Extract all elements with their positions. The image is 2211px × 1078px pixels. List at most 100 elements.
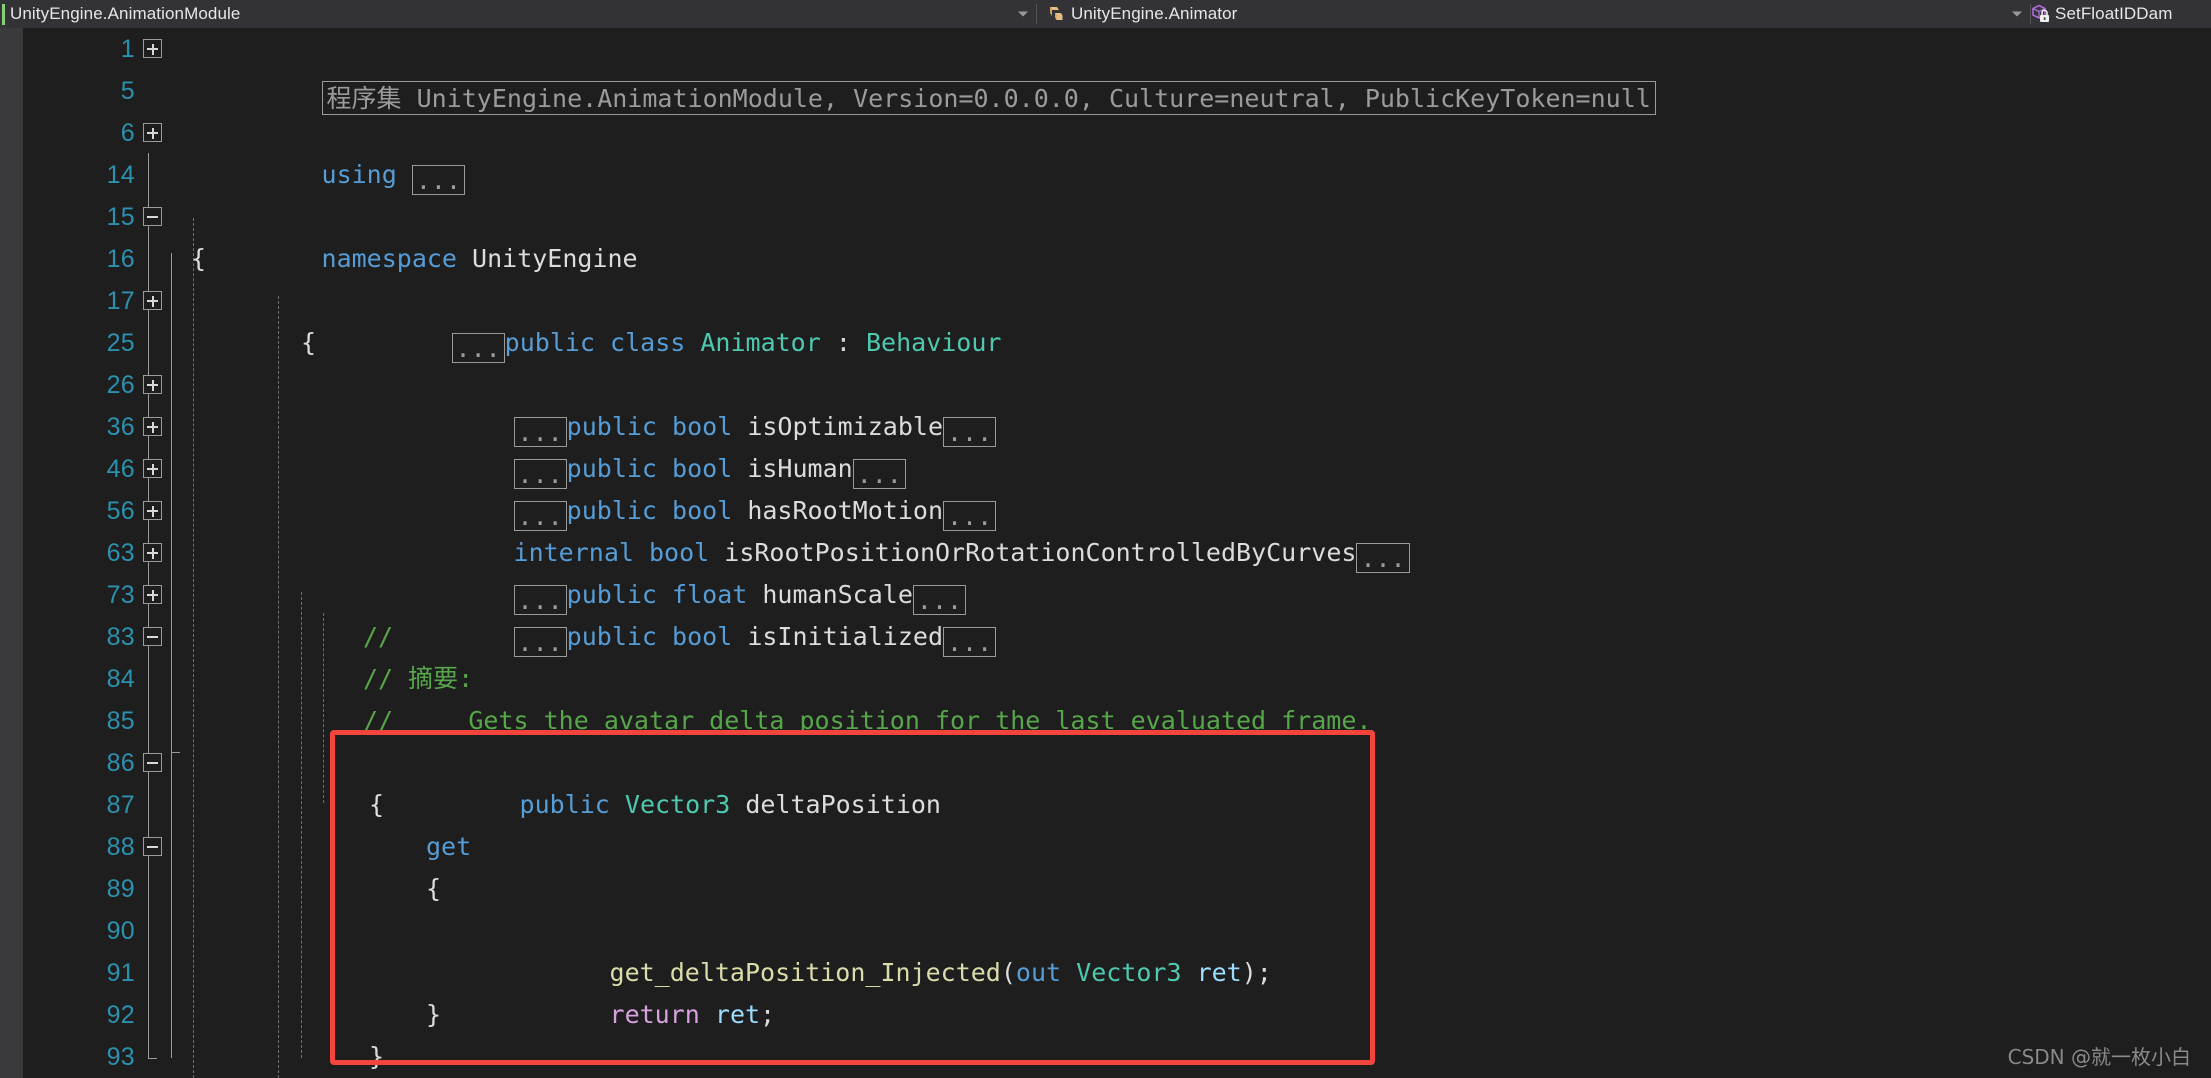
line-content: ... public bool hasRootMotion...	[363, 448, 997, 531]
csdn-watermark: CSDN @就一枚小白	[2007, 1045, 2191, 1069]
type-dropdown[interactable]: UnityEngine.Animator	[1037, 0, 2004, 28]
code-line[interactable]: 86 public Vector3 deltaPosition	[23, 742, 2211, 819]
code-line[interactable]: 56 internal bool isRootPositionOrRotatio…	[23, 490, 2211, 573]
outlining-expand-icon[interactable]	[143, 39, 162, 58]
code-line[interactable]: 90 get_deltaPosition_Injected(out Vector…	[23, 910, 2211, 987]
navigation-bar: UnityEngine.AnimationModule UnityEngine.…	[0, 0, 2211, 28]
outlining-expand-icon[interactable]	[143, 585, 162, 604]
line-content: return ret;	[609, 1000, 776, 1029]
accent-bar	[2, 3, 5, 25]
outlining-collapse-icon[interactable]	[143, 753, 162, 772]
line-content: //	[363, 622, 394, 651]
code-line[interactable]: 6 using ...	[23, 112, 2211, 195]
line-number: 90	[106, 917, 135, 945]
chevron-down-icon[interactable]	[1010, 0, 1036, 28]
line-number: 91	[106, 959, 135, 987]
code-line[interactable]: 73 ... public bool isInitialized...	[23, 574, 2211, 657]
line-content: namespace UnityEngine	[171, 196, 638, 273]
line-number: 86	[106, 749, 135, 777]
line-number: 84	[106, 665, 135, 693]
line-number: 46	[106, 455, 135, 483]
line-number: 1	[120, 35, 135, 63]
line-content: internal bool isRootPositionOrRotationCo…	[363, 490, 1410, 573]
line-number: 15	[106, 203, 135, 231]
line-content: // Gets the avatar delta position for th…	[363, 706, 1372, 735]
chevron-down-icon-right[interactable]	[2004, 0, 2030, 28]
outlining-expand-icon[interactable]	[143, 417, 162, 436]
line-number: 16	[106, 245, 135, 273]
code-line[interactable]: 91 return ret;	[23, 952, 2211, 1029]
line-content: ... public float humanScale...	[363, 532, 967, 615]
outlining-expand-icon[interactable]	[143, 459, 162, 478]
line-content: {	[369, 790, 385, 819]
code-line[interactable]: 5	[23, 70, 2211, 112]
line-number: 17	[106, 287, 135, 315]
visual-studio-code-window: UnityEngine.AnimationModule UnityEngine.…	[0, 0, 2211, 1078]
line-number: 63	[106, 539, 135, 567]
line-number: 88	[106, 833, 135, 861]
object-locked-icon	[2031, 4, 2053, 24]
class-icon	[1046, 4, 1066, 24]
code-line[interactable]: 25 {	[23, 322, 2211, 364]
outlining-expand-icon[interactable]	[143, 501, 162, 520]
line-number: 83	[106, 623, 135, 651]
code-editor[interactable]: 1 程序集 UnityEngine.AnimationModule, Versi…	[0, 28, 2211, 1078]
line-number: 14	[106, 161, 135, 189]
line-content: // 摘要:	[363, 664, 474, 693]
line-number: 36	[106, 413, 135, 441]
outlining-expand-icon[interactable]	[143, 375, 162, 394]
code-line[interactable]: 88 get	[23, 826, 2211, 868]
member-dropdown[interactable]: SetFloatIDDam	[2031, 0, 2211, 28]
line-content: }	[426, 1000, 442, 1029]
code-line[interactable]: 14	[23, 154, 2211, 196]
code-line[interactable]: 1 程序集 UnityEngine.AnimationModule, Versi…	[23, 28, 2211, 115]
code-line[interactable]: 92 }	[23, 994, 2211, 1036]
line-content: get	[426, 832, 472, 861]
indicator-margin[interactable]	[0, 28, 23, 1078]
code-line[interactable]: 15 namespace UnityEngine	[23, 196, 2211, 273]
code-line[interactable]: 63 ... public float humanScale...	[23, 532, 2211, 615]
line-content: {	[426, 874, 442, 903]
line-content: get_deltaPosition_Injected(out Vector3 r…	[609, 958, 1272, 987]
line-content: ... public bool isOptimizable...	[363, 364, 997, 447]
code-line[interactable]: 89 {	[23, 868, 2211, 910]
line-number: 5	[120, 77, 135, 105]
line-content: }	[369, 1042, 385, 1071]
line-content: ... public bool isInitialized...	[363, 574, 997, 657]
line-number: 85	[106, 707, 135, 735]
member-name-label: SetFloatIDDam	[2055, 4, 2173, 23]
outlining-collapse-icon[interactable]	[143, 207, 162, 226]
line-number: 89	[106, 875, 135, 903]
line-number: 56	[106, 497, 135, 525]
assembly-dropdown[interactable]: UnityEngine.AnimationModule	[0, 0, 1010, 28]
line-number: 92	[106, 1001, 135, 1029]
outline-foot-property	[171, 752, 180, 753]
code-line[interactable]: 84 // 摘要:	[23, 658, 2211, 700]
code-area[interactable]: 1 程序集 UnityEngine.AnimationModule, Versi…	[23, 28, 2211, 1078]
outlining-expand-icon[interactable]	[143, 543, 162, 562]
line-content: {	[191, 244, 207, 273]
line-content: public Vector3 deltaPosition	[369, 742, 941, 819]
line-number: 26	[106, 371, 135, 399]
type-name-label: UnityEngine.Animator	[1071, 4, 1238, 23]
code-line[interactable]: 83 //	[23, 616, 2211, 658]
code-line[interactable]: 85 // Gets the avatar delta position for…	[23, 700, 2211, 742]
line-content: ... public class Animator : Behaviour	[301, 280, 1001, 363]
outlining-collapse-icon[interactable]	[143, 627, 162, 646]
line-number: 25	[106, 329, 135, 357]
outlining-expand-icon[interactable]	[143, 291, 162, 310]
outlining-collapse-icon[interactable]	[143, 837, 162, 856]
code-line[interactable]: 87 {	[23, 784, 2211, 826]
line-content: {	[301, 328, 317, 357]
line-number: 87	[106, 791, 135, 819]
code-line[interactable]: 46 ... public bool hasRootMotion...	[23, 448, 2211, 531]
line-number: 6	[120, 119, 135, 147]
line-content: using ...	[171, 112, 465, 195]
code-line[interactable]: 93 }	[23, 1036, 2211, 1078]
code-line[interactable]: 17 ... public class Animator : Behaviour	[23, 280, 2211, 363]
outlining-expand-icon[interactable]	[143, 123, 162, 142]
code-line[interactable]: 36 ... public bool isHuman...	[23, 406, 2211, 489]
code-line[interactable]: 26 ... public bool isOptimizable...	[23, 364, 2211, 447]
line-content: 程序集 UnityEngine.AnimationModule, Version…	[171, 28, 1656, 115]
code-line[interactable]: 16 {	[23, 238, 2211, 280]
